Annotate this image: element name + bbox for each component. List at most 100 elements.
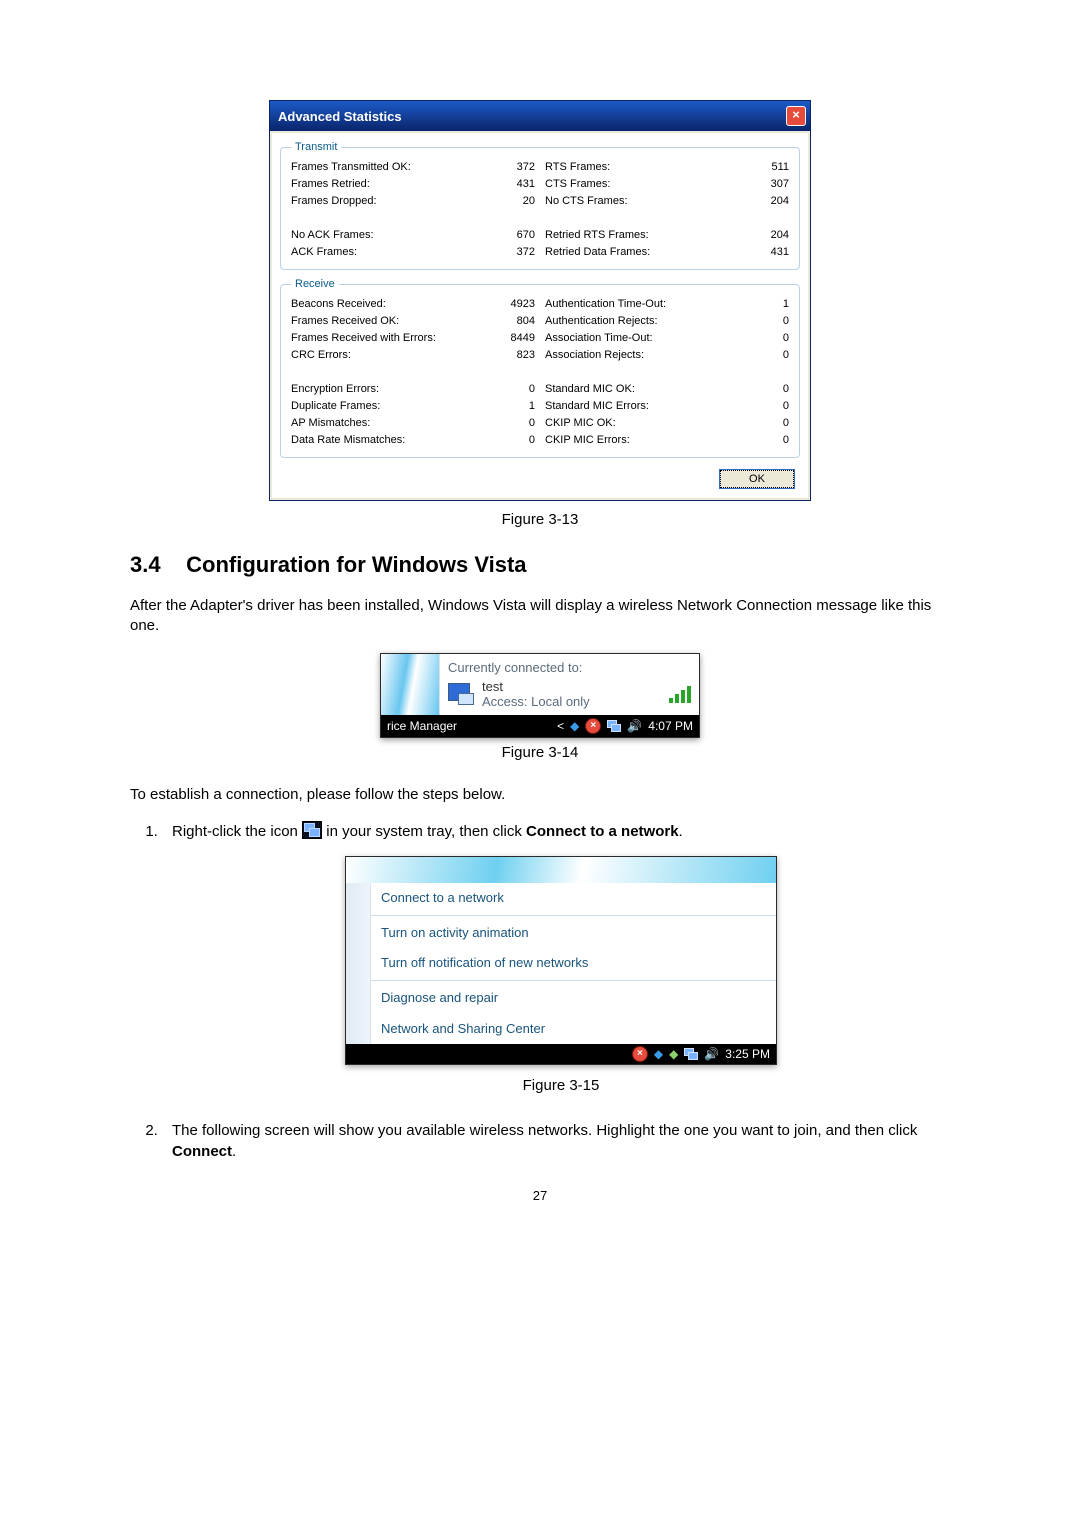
ctx-tray-app2-icon[interactable]: ◆ [669,1046,678,1063]
stat-value: 372 [485,159,535,176]
stat-label: Retried Data Frames: [545,244,739,261]
stat-label: No ACK Frames: [291,227,485,244]
ctx-connect-to-network[interactable]: Connect to a network [371,883,776,913]
stat-value: 0 [739,398,789,415]
stat-value: 204 [739,193,789,210]
stat-value: 1 [739,296,789,313]
dialog-body: Transmit Frames Transmitted OK:372Frames… [272,133,808,498]
tray-shield-icon[interactable]: ◆ [570,719,579,733]
receive-left-col: Beacons Received:4923Frames Received OK:… [291,296,535,449]
transmit-group: Transmit Frames Transmitted OK:372Frames… [280,141,800,270]
network-name: test [482,679,661,694]
stat-row: Frames Retried:431 [291,176,535,193]
stat-value: 0 [739,330,789,347]
stat-label: Frames Retried: [291,176,485,193]
stat-label: Association Time-Out: [545,330,739,347]
stat-label: Standard MIC OK: [545,381,739,398]
step-2: The following screen will show you avail… [162,1120,950,1162]
stat-label: Frames Transmitted OK: [291,159,485,176]
stat-row: Retried Data Frames:431 [545,244,789,261]
taskbar-left-text: rice Manager [387,719,551,733]
steps-list: Right-click the icon in your system tray… [130,821,950,1163]
stat-row: Retried RTS Frames:204 [545,227,789,244]
stat-row: CTS Frames:307 [545,176,789,193]
tray-error-icon[interactable]: × [585,718,601,734]
stat-label: Duplicate Frames: [291,398,485,415]
step1-text-b: in your system tray, then click [326,823,526,840]
stat-value: 431 [739,244,789,261]
ctx-turn-off-notify[interactable]: Turn off notification of new networks [371,948,776,978]
stat-label: CTS Frames: [545,176,739,193]
context-window-top [346,857,776,883]
stat-value: 511 [739,159,789,176]
ctx-network-sharing[interactable]: Network and Sharing Center [371,1014,776,1044]
stat-value: 204 [739,227,789,244]
context-stripe [346,883,371,1044]
stat-row: No CTS Frames:204 [545,193,789,210]
ok-button[interactable]: OK [720,470,794,488]
stat-row: Standard MIC OK:0 [545,381,789,398]
stat-label: Frames Received with Errors: [291,330,485,347]
stat-row [545,210,789,227]
context-taskbar: × ◆ ◆ 🔊 3:25 PM [346,1044,776,1065]
transmit-legend: Transmit [291,141,341,153]
stat-value: 0 [739,313,789,330]
stat-row: Frames Dropped:20 [291,193,535,210]
stat-value: 372 [485,244,535,261]
popup-stripe [381,654,439,715]
tray-volume-icon[interactable]: 🔊 [627,719,642,733]
section-title: Configuration for Windows Vista [186,552,526,577]
stat-value: 0 [739,347,789,364]
stat-value: 0 [739,381,789,398]
stat-row: ACK Frames:372 [291,244,535,261]
ctx-tray-volume-icon[interactable]: 🔊 [704,1046,719,1063]
stat-row: Frames Received with Errors:8449 [291,330,535,347]
figure-3-13-caption: Figure 3-13 [130,511,950,528]
figure-3-14-caption: Figure 3-14 [130,744,950,761]
stat-row: AP Mismatches:0 [291,415,535,432]
stat-value: 20 [485,193,535,210]
stat-label: Encryption Errors: [291,381,485,398]
ctx-tray-error-icon[interactable]: × [632,1046,648,1062]
ctx-tray-app-icon[interactable]: ◆ [654,1046,663,1063]
stat-label: ACK Frames: [291,244,485,261]
stat-value: 4923 [485,296,535,313]
stat-row [545,364,789,381]
stat-value: 0 [485,432,535,449]
tray-arrow-icon[interactable]: < [557,719,564,733]
receive-right-col: Authentication Time-Out:1Authentication … [545,296,789,449]
page-number: 27 [130,1188,950,1203]
stat-row: Association Time-Out:0 [545,330,789,347]
close-icon[interactable]: × [786,106,806,126]
stat-value: 1 [485,398,535,415]
stat-row: Duplicate Frames:1 [291,398,535,415]
section-heading: 3.4 Configuration for Windows Vista [130,552,950,578]
tray-network-icon[interactable] [607,720,621,732]
stat-label: Association Rejects: [545,347,739,364]
transmit-left-col: Frames Transmitted OK:372Frames Retried:… [291,159,535,261]
popup-heading: Currently connected to: [448,660,691,675]
signal-strength-icon [669,685,691,703]
stat-label: CKIP MIC OK: [545,415,739,432]
stat-label: Frames Dropped: [291,193,485,210]
stat-row [291,210,535,227]
dialog-titlebar: Advanced Statistics × [270,101,810,131]
stat-row: Authentication Time-Out:1 [545,296,789,313]
network-tray-icon [302,821,322,839]
ctx-diagnose-repair[interactable]: Diagnose and repair [371,983,776,1013]
intro-paragraph: After the Adapter's driver has been inst… [130,596,950,637]
establish-paragraph: To establish a connection, please follow… [130,785,950,805]
lan-icon [448,683,474,705]
stat-label: Data Rate Mismatches: [291,432,485,449]
stat-value: 8449 [485,330,535,347]
ctx-turn-on-activity[interactable]: Turn on activity animation [371,918,776,948]
stat-label: Authentication Rejects: [545,313,739,330]
stat-row: Beacons Received:4923 [291,296,535,313]
ctx-tray-network-icon[interactable] [684,1048,698,1060]
stat-row [291,364,535,381]
stat-label: Retried RTS Frames: [545,227,739,244]
stat-label: Beacons Received: [291,296,485,313]
stat-label: No CTS Frames: [545,193,739,210]
step1-bold: Connect to a network [526,823,679,840]
stat-row: Data Rate Mismatches:0 [291,432,535,449]
